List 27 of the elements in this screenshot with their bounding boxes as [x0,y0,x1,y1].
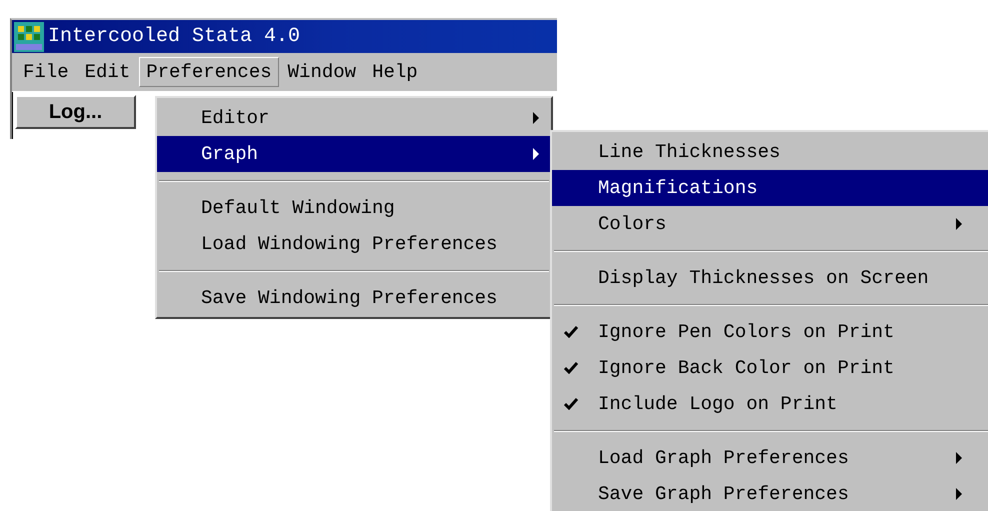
menu-item[interactable]: Graph [157,136,551,172]
submenu-arrow-icon [956,452,962,464]
menu-item[interactable]: Save Windowing Preferences [157,280,551,316]
submenu-arrow-icon [533,148,539,160]
menu-item[interactable]: Line Thicknesses [552,134,988,170]
menu-item[interactable]: Load Graph Preferences [552,440,988,476]
menu-item[interactable]: Colors [552,206,988,242]
menu-item[interactable]: Save Graph Preferences [552,476,988,511]
log-button[interactable]: Log... [15,95,136,129]
menu-item[interactable]: Editor [157,100,551,136]
menu-item[interactable]: Load Windowing Preferences [157,226,551,262]
window-title: Intercooled Stata 4.0 [48,25,300,48]
submenu-arrow-icon [533,112,539,124]
menu-item[interactable]: Ignore Back Color on Print [552,350,988,386]
menu-bar-item[interactable]: Edit [78,57,138,87]
menu-bar-item[interactable]: File [16,57,76,87]
menu-item[interactable]: Default Windowing [157,190,551,226]
menu-item[interactable]: Display Thicknesses on Screen [552,260,988,296]
menu-bar-item[interactable]: Window [280,57,364,87]
menu-bar-item[interactable]: Help [365,57,425,87]
menu-item[interactable]: Ignore Pen Colors on Print [552,314,988,350]
submenu-arrow-icon [956,488,962,500]
app-icon [14,22,44,52]
menu-item[interactable]: Magnifications [552,170,988,206]
submenu-arrow-icon [956,218,962,230]
menu-item[interactable]: Include Logo on Print [552,386,988,422]
menu-bar-item[interactable]: Preferences [139,57,279,87]
